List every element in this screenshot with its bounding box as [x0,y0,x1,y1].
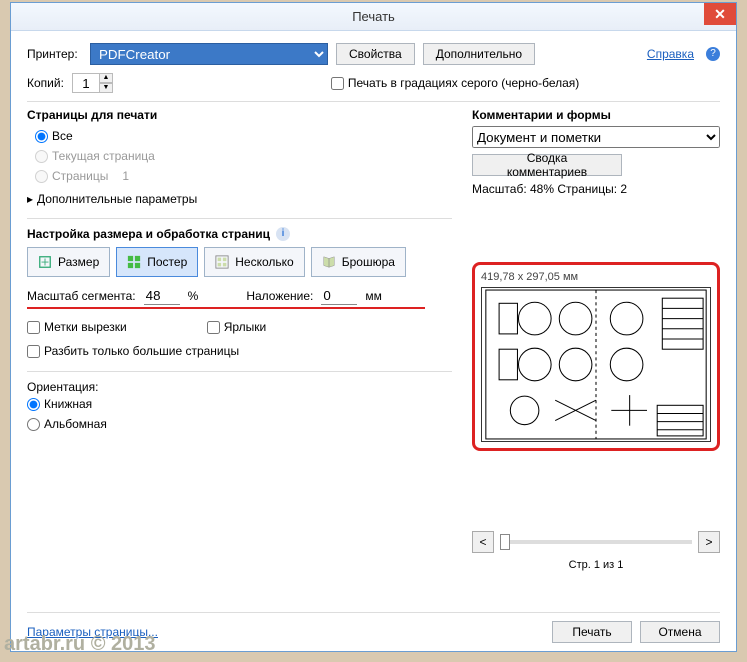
mode-poster-button[interactable]: Постер [116,247,198,277]
booklet-icon [322,255,336,269]
size-icon [38,255,52,269]
print-dialog: Печать ✕ Принтер: PDFCreator Свойства До… [10,2,737,652]
overlap-unit: мм [365,289,382,303]
highlight-underline [27,307,425,309]
range-pages-radio [35,170,48,183]
cancel-button[interactable]: Отмена [640,621,720,643]
preview-prev-button[interactable]: < [472,531,494,553]
grayscale-label: Печать в градациях серого (черно-белая) [348,76,579,90]
summarize-comments-button[interactable]: Сводка комментариев [472,154,622,176]
landscape-label: Альбомная [44,417,107,431]
comments-select[interactable]: Документ и пометки [472,126,720,148]
preview-page [481,287,711,442]
scale-info: Масштаб: 48% Страницы: 2 [472,182,720,196]
dialog-title: Печать [352,9,395,24]
preview-box: 419,78 x 297,05 мм [472,262,720,451]
preview-size-text: 419,78 x 297,05 мм [481,271,711,283]
handling-section-title: Настройка размера и обработка страниц [27,227,270,241]
copies-up-icon[interactable]: ▲ [99,73,113,83]
properties-button[interactable]: Свойства [336,43,415,65]
close-icon: ✕ [714,6,726,23]
orientation-label: Ориентация: [27,380,452,394]
copies-input[interactable] [72,73,100,93]
help-link[interactable]: Справка [647,47,694,61]
range-all-radio[interactable] [35,130,48,143]
print-button[interactable]: Печать [552,621,632,643]
tile-scale-input[interactable] [144,287,180,305]
preview-page-count: Стр. 1 из 1 [472,559,720,571]
mode-size-button[interactable]: Размер [27,247,110,277]
range-pages-label: Страницы [52,169,108,183]
copies-down-icon[interactable]: ▼ [99,83,113,93]
labels-checkbox[interactable] [207,321,220,334]
chevron-right-icon: ▸ [27,192,33,206]
overlap-label: Наложение: [246,289,313,303]
info-icon[interactable]: i [276,227,290,241]
labels-label: Ярлыки [224,320,267,334]
portrait-label: Книжная [44,397,92,411]
pages-section-title: Страницы для печати [27,108,452,122]
tile-large-label: Разбить только большие страницы [44,344,239,358]
slider-thumb-icon[interactable] [500,534,510,550]
tile-scale-label: Масштаб сегмента: [27,289,136,303]
landscape-radio[interactable] [27,418,40,431]
copies-spinner[interactable]: ▲ ▼ [72,73,113,93]
printer-select[interactable]: PDFCreator [90,43,328,65]
tile-scale-unit: % [188,289,199,303]
cut-marks-checkbox[interactable] [27,321,40,334]
overlap-input[interactable] [321,287,357,305]
page-setup-link[interactable]: Параметры страницы... [27,625,158,639]
close-button[interactable]: ✕ [704,3,736,25]
drawing-preview-icon [482,288,710,441]
mode-booklet-button[interactable]: Брошюра [311,247,406,277]
mode-multiple-button[interactable]: Несколько [204,247,304,277]
advanced-button[interactable]: Дополнительно [423,43,535,65]
multiple-icon [215,255,229,269]
more-options-toggle[interactable]: ▸ Дополнительные параметры [27,186,452,212]
grayscale-checkbox[interactable] [331,77,344,90]
tile-large-checkbox[interactable] [27,345,40,358]
titlebar: Печать ✕ [11,3,736,31]
range-all-label: Все [52,129,73,143]
copies-label: Копий: [27,76,64,90]
range-pages-value: 1 [122,169,129,183]
preview-next-button[interactable]: > [698,531,720,553]
cut-marks-label: Метки вырезки [44,320,127,334]
comments-section-title: Комментарии и формы [472,108,720,122]
portrait-radio[interactable] [27,398,40,411]
range-current-radio [35,150,48,163]
more-options-label: Дополнительные параметры [37,192,197,206]
poster-icon [127,255,141,269]
help-icon[interactable]: ? [706,47,720,61]
preview-slider[interactable] [500,540,692,544]
printer-label: Принтер: [27,47,82,61]
range-current-label: Текущая страница [52,149,155,163]
